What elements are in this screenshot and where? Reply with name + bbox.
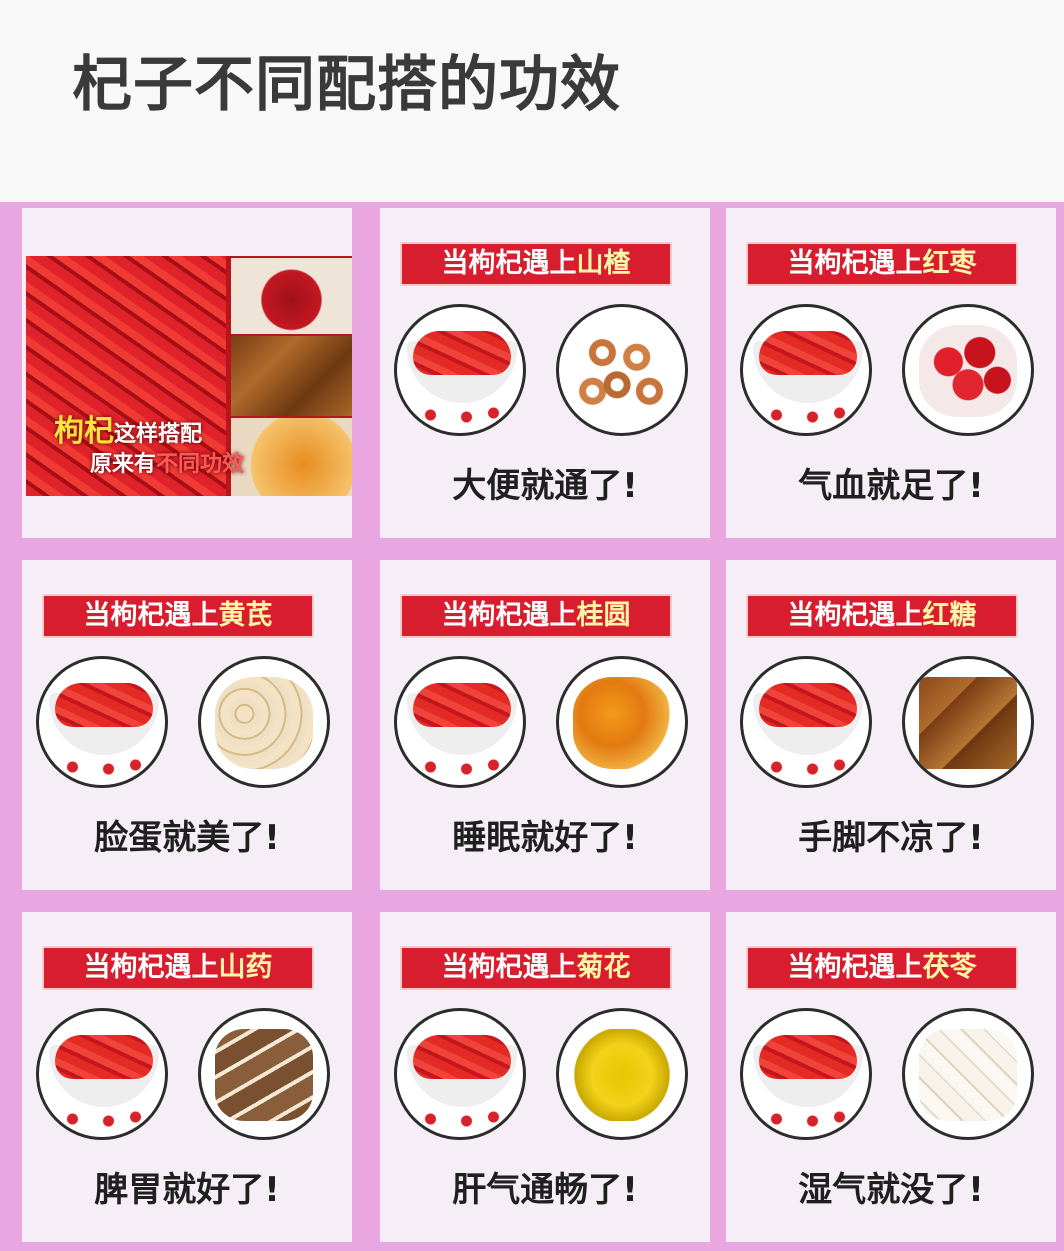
banner-ingredient: 山楂 — [576, 248, 631, 279]
card-effect: 肝气通畅了! — [452, 1170, 638, 1210]
goji-bowl-icon — [394, 1008, 526, 1140]
banner-ingredient: 菊花 — [576, 952, 631, 983]
longan-icon — [556, 656, 688, 788]
card-banner: 当枸杞遇上黄芪 — [42, 594, 314, 638]
intro-subline-highlight: 不同功效 — [156, 452, 245, 477]
goji-bowl-icon — [36, 656, 168, 788]
card-effect: 脾胃就好了! — [94, 1170, 280, 1210]
brown-sugar-icon — [902, 656, 1034, 788]
info-grid: 枸杞这样搭配 原来有不同功效 当枸杞遇上山楂 大便就通了! 当枸杞遇上红枣 气血就足了… — [0, 202, 1064, 1251]
banner-prefix: 当枸杞遇上 — [787, 248, 923, 279]
card-effect: 手脚不凉了! — [798, 818, 984, 858]
intro-small-text: 这样搭配 — [114, 422, 203, 447]
goji-bowl-icon — [394, 304, 526, 436]
combination-card: 当枸杞遇上黄芪脸蛋就美了! — [22, 560, 352, 890]
card-effect: 气血就足了! — [798, 466, 984, 506]
goji-combination-photo: 枸杞这样搭配 原来有不同功效 — [26, 256, 352, 496]
goji-bowl-icon — [394, 656, 526, 788]
astragalus-slices-icon — [198, 656, 330, 788]
hawthorn-slices-icon — [556, 304, 688, 436]
goji-bowl-icon — [36, 1008, 168, 1140]
intro-headline: 枸杞这样搭配 — [54, 406, 202, 450]
combination-card: 当枸杞遇上红枣气血就足了! — [726, 208, 1056, 538]
red-dates-icon — [231, 258, 352, 334]
brown-sugar-icon — [231, 336, 352, 416]
card-banner: 当枸杞遇上菊花 — [400, 946, 672, 990]
header: 杞子不同配搭的功效 — [0, 0, 1064, 202]
banner-prefix: 当枸杞遇上 — [83, 952, 219, 983]
banner-prefix: 当枸杞遇上 — [787, 600, 923, 631]
banner-prefix: 当枸杞遇上 — [787, 952, 923, 983]
combination-card: 当枸杞遇上山楂大便就通了! — [380, 208, 710, 538]
longan-icon — [231, 418, 352, 496]
card-banner: 当枸杞遇上山药 — [42, 946, 314, 990]
intro-subline: 原来有不同功效 — [90, 446, 244, 478]
card-effect: 大便就通了! — [452, 466, 638, 506]
goji-bowl-icon — [740, 304, 872, 436]
red-dates-icon — [902, 304, 1034, 436]
banner-ingredient: 红糖 — [922, 600, 977, 631]
card-effect: 睡眠就好了! — [452, 818, 638, 858]
banner-prefix: 当枸杞遇上 — [441, 248, 577, 279]
banner-prefix: 当枸杞遇上 — [441, 952, 577, 983]
banner-prefix: 当枸杞遇上 — [441, 600, 577, 631]
card-effect: 脸蛋就美了! — [94, 818, 280, 858]
combination-card: 当枸杞遇上山药脾胃就好了! — [22, 912, 352, 1242]
banner-ingredient: 黄芪 — [218, 600, 273, 631]
goji-bowl-icon — [740, 1008, 872, 1140]
intro-card: 枸杞这样搭配 原来有不同功效 — [22, 208, 352, 538]
goji-bowl-icon — [740, 656, 872, 788]
combination-card: 当枸杞遇上茯苓湿气就没了! — [726, 912, 1056, 1242]
banner-ingredient: 山药 — [218, 952, 273, 983]
intro-big-text: 枸杞 — [54, 414, 114, 449]
intro-subline-prefix: 原来有 — [90, 452, 157, 477]
card-banner: 当枸杞遇上山楂 — [400, 242, 672, 286]
combination-card: 当枸杞遇上红糖手脚不凉了! — [726, 560, 1056, 890]
card-banner: 当枸杞遇上桂圆 — [400, 594, 672, 638]
card-effect: 湿气就没了! — [798, 1170, 984, 1210]
banner-ingredient: 红枣 — [922, 248, 977, 279]
banner-ingredient: 桂圆 — [576, 600, 631, 631]
combination-card: 当枸杞遇上桂圆睡眠就好了! — [380, 560, 710, 890]
card-banner: 当枸杞遇上红枣 — [746, 242, 1018, 286]
banner-prefix: 当枸杞遇上 — [83, 600, 219, 631]
card-banner: 当枸杞遇上红糖 — [746, 594, 1018, 638]
banner-ingredient: 茯苓 — [922, 952, 977, 983]
yam-icon — [198, 1008, 330, 1140]
combination-card: 当枸杞遇上菊花肝气通畅了! — [380, 912, 710, 1242]
chrysanthemum-icon — [556, 1008, 688, 1140]
poria-cubes-icon — [902, 1008, 1034, 1140]
card-banner: 当枸杞遇上茯苓 — [746, 946, 1018, 990]
page-title: 杞子不同配搭的功效 — [72, 50, 621, 120]
